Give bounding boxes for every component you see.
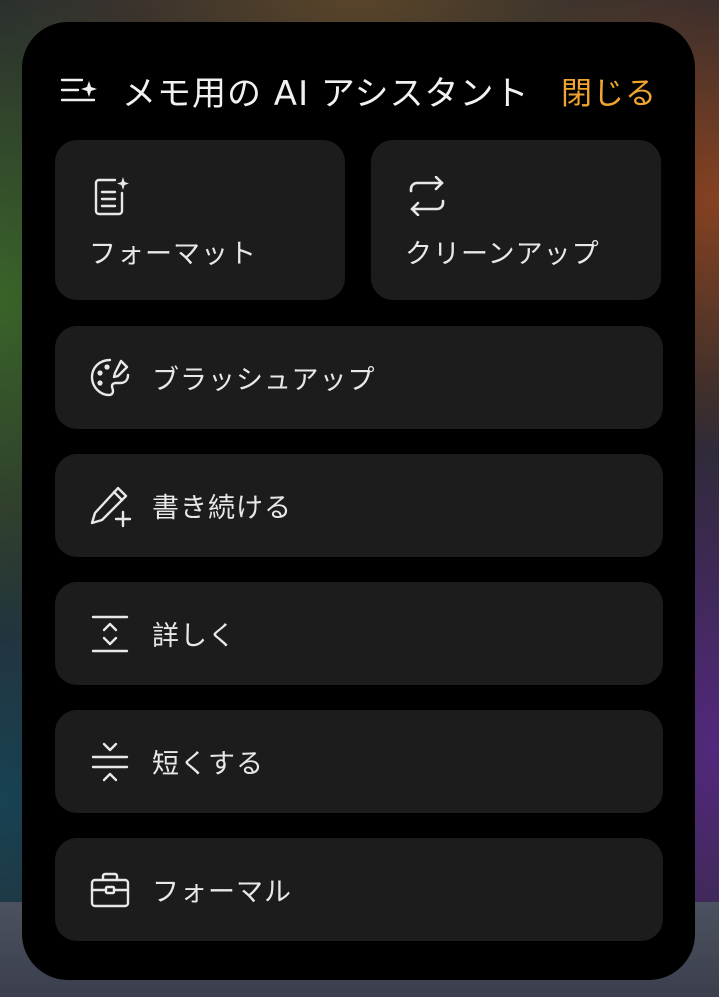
formal-label: フォーマル <box>152 877 292 908</box>
shorten-label: 短くする <box>152 749 264 780</box>
pen-plus-icon <box>88 484 132 528</box>
format-button[interactable]: フォーマット <box>55 140 345 300</box>
brushup-label: ブラッシュアップ <box>152 365 376 396</box>
cleanup-button[interactable]: クリーンアップ <box>371 140 661 300</box>
format-document-icon <box>91 176 131 216</box>
swap-arrows-icon <box>407 176 447 216</box>
close-button[interactable]: 閉じる <box>561 68 657 113</box>
formal-button[interactable]: フォーマル <box>55 838 663 941</box>
briefcase-icon <box>88 868 132 912</box>
shorten-button[interactable]: 短くする <box>55 710 663 813</box>
expand-vertical-icon <box>88 612 132 656</box>
collapse-vertical-icon <box>88 740 132 784</box>
brushup-button[interactable]: ブラッシュアップ <box>55 326 663 429</box>
panel-title: メモ用の AI アシスタント <box>122 73 530 114</box>
ai-assistant-panel: メモ用の AI アシスタント 閉じる フォーマット クリーンアップ ブラッシュア… <box>22 22 695 980</box>
panel-header: メモ用の AI アシスタント 閉じる <box>60 68 657 114</box>
elaborate-button[interactable]: 詳しく <box>55 582 663 685</box>
palette-icon <box>88 356 132 400</box>
continue-writing-button[interactable]: 書き続ける <box>55 454 663 557</box>
cleanup-label: クリーンアップ <box>405 239 600 270</box>
continue-writing-label: 書き続ける <box>152 493 292 524</box>
elaborate-label: 詳しく <box>152 621 236 652</box>
menu-sparkle-icon <box>60 75 98 105</box>
format-label: フォーマット <box>89 239 257 270</box>
